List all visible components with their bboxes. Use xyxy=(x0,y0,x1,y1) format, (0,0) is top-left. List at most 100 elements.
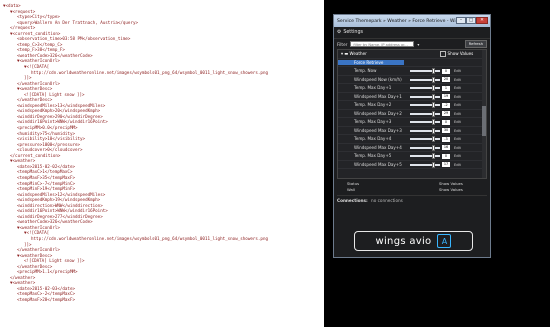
lower-groups: Status Show Values Wall Show Values xyxy=(337,181,487,193)
value-field[interactable]: 20 xyxy=(442,77,450,82)
show-values-label[interactable]: Show Values xyxy=(439,187,463,192)
minimize-button[interactable]: – xyxy=(456,17,466,24)
value-slider[interactable] xyxy=(410,76,440,83)
value-field[interactable]: 29 xyxy=(442,111,450,116)
property-name: Windspeed Max Day+4 xyxy=(354,144,402,150)
close-button[interactable]: ✕ xyxy=(476,17,488,24)
show-values-label[interactable]: Show Values xyxy=(439,181,463,186)
edit-button[interactable]: Edit xyxy=(454,163,461,167)
connections-value: no connections xyxy=(371,198,403,203)
edit-button[interactable]: Edit xyxy=(454,112,461,116)
wings-avio-logo: wings avio A xyxy=(354,231,473,251)
slider-thumb[interactable] xyxy=(431,68,435,75)
property-row[interactable]: Force Retrieve xyxy=(338,59,486,67)
xml-line: <tempMaxF>28</tempMaxF> xyxy=(17,296,75,302)
slider-thumb[interactable] xyxy=(431,119,435,126)
refresh-button[interactable]: Refresh xyxy=(464,40,487,48)
value-slider[interactable] xyxy=(410,102,440,109)
gear-icon: ⚙ xyxy=(337,30,342,35)
property-row[interactable]: Temp. Now 0 Edit xyxy=(338,67,486,76)
value-field[interactable]: 0 xyxy=(442,119,450,125)
group-header-weather[interactable]: ▾ ▬ Weather Show Values xyxy=(338,50,486,59)
property-row[interactable]: Temp. Max Day+3 0 Edit xyxy=(338,118,486,127)
property-name: Force Retrieve xyxy=(338,59,404,65)
group-name: Weather xyxy=(349,51,367,57)
value-field[interactable]: 17 xyxy=(442,162,450,167)
edit-button[interactable]: Edit xyxy=(454,95,461,99)
edit-button[interactable]: Edit xyxy=(454,69,461,73)
slider-thumb[interactable] xyxy=(431,136,435,143)
edit-button[interactable]: Edit xyxy=(454,129,461,133)
property-row[interactable]: Windspeed Max Day+5 17 Edit xyxy=(338,161,486,169)
logo-badge: A xyxy=(437,234,452,248)
value-field[interactable]: 0 xyxy=(442,153,450,159)
value-slider[interactable] xyxy=(410,161,440,168)
property-row[interactable]: Temp. Max Day+2 -2 Edit xyxy=(338,101,486,110)
value-field[interactable]: 0 xyxy=(442,68,450,74)
value-field[interactable]: 30 xyxy=(442,128,450,133)
value-slider[interactable] xyxy=(410,153,440,160)
edit-button[interactable]: Edit xyxy=(454,146,461,150)
value-slider[interactable] xyxy=(410,110,440,117)
value-field[interactable]: -3 xyxy=(442,136,450,142)
property-row[interactable]: Temp. Max Day+4 -3 Edit xyxy=(338,135,486,144)
value-slider[interactable] xyxy=(410,127,440,134)
settings-label: Settings xyxy=(343,30,363,35)
slider-thumb[interactable] xyxy=(431,85,435,92)
slider-thumb[interactable] xyxy=(431,93,435,100)
scrollbar[interactable] xyxy=(482,50,486,178)
property-name: Windspeed Max Day+2 xyxy=(354,110,402,116)
edit-button[interactable]: Edit xyxy=(454,120,461,124)
xml-viewer: ▼<data> ▼<request> <type>City</type> <query… xyxy=(0,0,324,327)
property-row[interactable]: Windspeed Max Day+1 19 Edit xyxy=(338,93,486,101)
edit-button[interactable]: Edit xyxy=(454,78,461,82)
slider-thumb[interactable] xyxy=(431,102,435,109)
property-row[interactable]: Windspeed Max Day+4 16 Edit xyxy=(338,144,486,152)
property-name: Windspeed Max Day+5 xyxy=(354,161,402,167)
slider-thumb[interactable] xyxy=(431,127,435,134)
edit-button[interactable]: Edit xyxy=(454,137,461,141)
filter-input[interactable]: filter by Name, IP address or... xyxy=(350,41,415,47)
value-field[interactable]: -2 xyxy=(442,102,450,108)
slider-thumb[interactable] xyxy=(431,76,435,83)
property-name: Temp. Max Day+2 xyxy=(354,102,392,108)
value-slider[interactable] xyxy=(410,93,440,100)
xml-content: ▼<data> ▼<request> <type>City</type> <query… xyxy=(0,0,324,303)
property-row[interactable]: Windspeed Max Day+3 30 Edit xyxy=(338,127,486,135)
value-slider[interactable] xyxy=(410,68,440,75)
property-row[interactable]: Windspeed Now (km/h) 20 Edit xyxy=(338,76,486,84)
property-row[interactable]: Windspeed Max Day+2 29 Edit xyxy=(338,110,486,118)
property-name: Windspeed Max Day+1 xyxy=(354,93,402,99)
show-values-checkbox[interactable] xyxy=(440,51,446,57)
value-slider[interactable] xyxy=(410,119,440,126)
property-row[interactable]: Temp. Max Day+5 0 Edit xyxy=(338,152,486,161)
group-name: Status xyxy=(347,181,360,186)
slider-thumb[interactable] xyxy=(431,153,435,160)
value-field[interactable]: 1 xyxy=(442,85,450,91)
show-values-label: Show Values xyxy=(447,50,474,56)
edit-button[interactable]: Edit xyxy=(454,154,461,158)
settings-row[interactable]: ⚙ Settings xyxy=(334,27,490,39)
property-name: Windspeed Now (km/h) xyxy=(354,76,402,82)
edit-button[interactable]: Edit xyxy=(454,86,461,90)
property-name: Temp. Now xyxy=(354,68,377,74)
group-row[interactable]: Wall Show Values xyxy=(337,187,487,193)
window-title: Service Themepark » Weather » Force Retr… xyxy=(337,18,461,24)
value-slider[interactable] xyxy=(410,144,440,151)
property-name: Temp. Max Day+5 xyxy=(354,153,392,159)
scrollbar-thumb[interactable] xyxy=(482,106,486,136)
slider-thumb[interactable] xyxy=(431,161,435,168)
title-bar[interactable]: Service Themepark » Weather » Force Retr… xyxy=(334,15,490,27)
value-slider[interactable] xyxy=(410,136,440,143)
value-field[interactable]: 16 xyxy=(442,145,450,150)
slider-thumb[interactable] xyxy=(431,110,435,117)
property-name: Temp. Max Day+3 xyxy=(354,119,392,125)
property-row[interactable]: Temp. Max Day+1 1 Edit xyxy=(338,84,486,93)
edit-button[interactable]: Edit xyxy=(454,103,461,107)
maximize-button[interactable]: □ xyxy=(466,17,476,24)
value-slider[interactable] xyxy=(410,85,440,92)
value-field[interactable]: 19 xyxy=(442,94,450,99)
filter-label: Filter xyxy=(337,41,348,47)
filter-dropdown-icon[interactable]: ▾ xyxy=(417,42,419,47)
slider-thumb[interactable] xyxy=(431,144,435,151)
